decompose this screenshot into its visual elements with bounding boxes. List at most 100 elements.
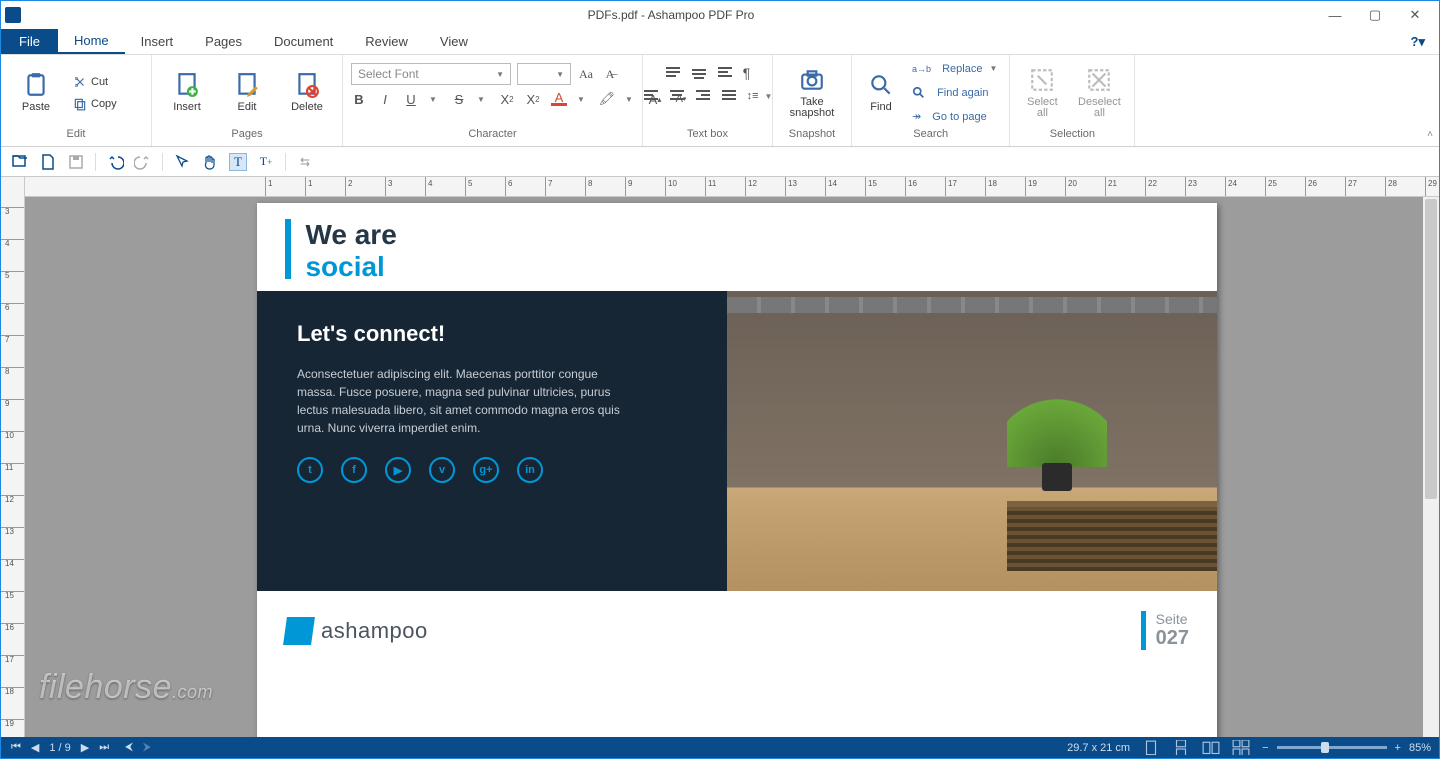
ribbon: Paste Cut Copy Edit Insert Edit (1, 55, 1439, 147)
font-name-select[interactable]: Select Font▼ (351, 63, 511, 85)
social-row: t f ▶ v g+ in (297, 457, 687, 483)
group-search: Find a→b Replace ▼ Find again ↠ Go to pa… (852, 55, 1010, 146)
camera-icon (799, 67, 825, 93)
align-right-icon[interactable] (695, 89, 711, 103)
youtube-icon: ▶ (385, 457, 411, 483)
replace-button[interactable]: a→b Replace ▼ (908, 59, 1001, 79)
next-page-button[interactable]: ▶ (79, 741, 91, 754)
minimize-button[interactable]: — (1315, 4, 1355, 27)
tab-document[interactable]: Document (258, 29, 349, 54)
zoom-out-button[interactable]: − (1262, 742, 1268, 754)
pdf-page[interactable]: We are social Let's connect! Aconsectetu… (257, 203, 1217, 737)
zoom-in-button[interactable]: + (1395, 742, 1401, 754)
copy-button[interactable]: Copy (69, 94, 143, 114)
add-text-icon[interactable]: T+ (257, 153, 275, 171)
first-page-button[interactable]: ⏮ (9, 741, 23, 754)
font-size-select[interactable]: ▼ (517, 63, 571, 85)
deselect-all-button[interactable]: Deselect all (1072, 59, 1126, 127)
doc-image-panel (727, 291, 1217, 591)
vimeo-icon: v (429, 457, 455, 483)
text-tool-icon[interactable]: T (229, 153, 247, 171)
cut-button[interactable]: Cut (69, 72, 143, 92)
insert-page-button[interactable]: Insert (160, 59, 214, 127)
strike-button[interactable]: S (451, 92, 467, 107)
change-case-icon[interactable]: Aa (577, 65, 595, 83)
snapshot-button[interactable]: Take snapshot (781, 59, 843, 127)
subscript-button[interactable]: X2 (499, 92, 515, 107)
scrollbar-thumb[interactable] (1425, 199, 1437, 499)
pointer-icon[interactable] (173, 153, 191, 171)
zoom-control: − + 85% (1262, 742, 1431, 754)
tab-pages[interactable]: Pages (189, 29, 258, 54)
tab-home[interactable]: Home (58, 29, 125, 54)
close-button[interactable]: ✕ (1395, 3, 1435, 27)
doc-heading: We are social (257, 203, 1217, 291)
prev-page-button[interactable]: ◀ (29, 741, 41, 754)
vertical-scrollbar[interactable] (1423, 197, 1439, 737)
goto-page-button[interactable]: ↠ Go to page (908, 107, 1001, 127)
chevron-down-icon: ▼ (621, 95, 637, 104)
highlight-button[interactable]: 🖍 (599, 91, 615, 107)
align-center-icon[interactable] (669, 89, 685, 103)
group-textbox: ¶ ↕≡▼ Text box (643, 55, 773, 146)
undo-icon[interactable] (106, 153, 124, 171)
canvas[interactable]: We are social Let's connect! Aconsectetu… (25, 197, 1423, 737)
align-justify-icon[interactable] (721, 89, 737, 103)
separator (162, 153, 163, 171)
chevron-down-icon: ▼ (473, 95, 489, 104)
align-left-icon[interactable] (643, 89, 659, 103)
zoom-knob[interactable] (1321, 742, 1329, 753)
find-button[interactable]: Find (860, 59, 902, 127)
view-two-icon[interactable] (1202, 741, 1220, 755)
tab-review[interactable]: Review (349, 29, 424, 54)
group-character: Select Font▼ ▼ Aa A̶ B I U▼ S▼ X2 X2 A▼ … (343, 55, 643, 146)
snap-line2: snapshot (790, 107, 835, 119)
superscript-button[interactable]: X2 (525, 92, 541, 107)
zoom-slider[interactable] (1277, 746, 1387, 749)
ribbon-collapse-button[interactable]: ˄ (1421, 55, 1439, 146)
tab-insert[interactable]: Insert (125, 29, 190, 54)
back-nav-button[interactable]: ⮜ (123, 741, 135, 754)
edit-page-button[interactable]: Edit (220, 59, 274, 127)
open-icon[interactable] (11, 153, 29, 171)
group-pages-label: Pages (160, 128, 334, 144)
bold-button[interactable]: B (351, 92, 367, 107)
file-menu[interactable]: File (1, 29, 58, 54)
group-search-label: Search (860, 128, 1001, 144)
connect-body: Aconsectetuer adipiscing elit. Maecenas … (297, 365, 627, 437)
fwd-nav-button[interactable]: ⮞ (141, 741, 153, 754)
paste-button[interactable]: Paste (9, 59, 63, 127)
plant (1007, 371, 1107, 491)
clear-format-icon[interactable]: A̶ (601, 65, 619, 83)
help-button[interactable]: ? ▾ (1397, 29, 1439, 54)
linkedin-icon: in (517, 457, 543, 483)
find-again-button[interactable]: Find again (908, 83, 1001, 103)
view-two-cont-icon[interactable] (1232, 741, 1250, 755)
last-page-button[interactable]: ⏭ (97, 741, 111, 754)
save-icon[interactable] (67, 153, 85, 171)
hand-icon[interactable] (201, 153, 219, 171)
zoom-value: 85% (1409, 742, 1431, 754)
group-edit-label: Edit (9, 128, 143, 144)
font-color-button[interactable]: A (551, 93, 567, 106)
file-icon[interactable] (39, 153, 57, 171)
heading-line2: social (305, 251, 396, 283)
underline-button[interactable]: U (403, 92, 419, 107)
maximize-button[interactable]: ▢ (1355, 3, 1395, 27)
find-label: Find (870, 101, 891, 113)
align-bot-icon[interactable] (717, 66, 733, 80)
italic-button[interactable]: I (377, 92, 393, 107)
view-continuous-icon[interactable] (1172, 741, 1190, 755)
tab-view[interactable]: View (424, 29, 484, 54)
delete-page-button[interactable]: Delete (280, 59, 334, 127)
redo-icon[interactable] (134, 153, 152, 171)
select-all-button[interactable]: Select all (1018, 59, 1066, 127)
align-mid-icon[interactable] (691, 66, 707, 80)
chevron-down-icon: ▼ (765, 92, 773, 101)
line-spacing-icon[interactable]: ↕≡ (747, 90, 759, 102)
align-top-icon[interactable] (665, 66, 681, 80)
more-tools-icon[interactable]: ⇆ (296, 153, 314, 171)
view-single-icon[interactable] (1142, 741, 1160, 755)
group-snapshot: Take snapshot Snapshot (773, 55, 852, 146)
pilcrow-icon[interactable]: ¶ (743, 65, 751, 81)
